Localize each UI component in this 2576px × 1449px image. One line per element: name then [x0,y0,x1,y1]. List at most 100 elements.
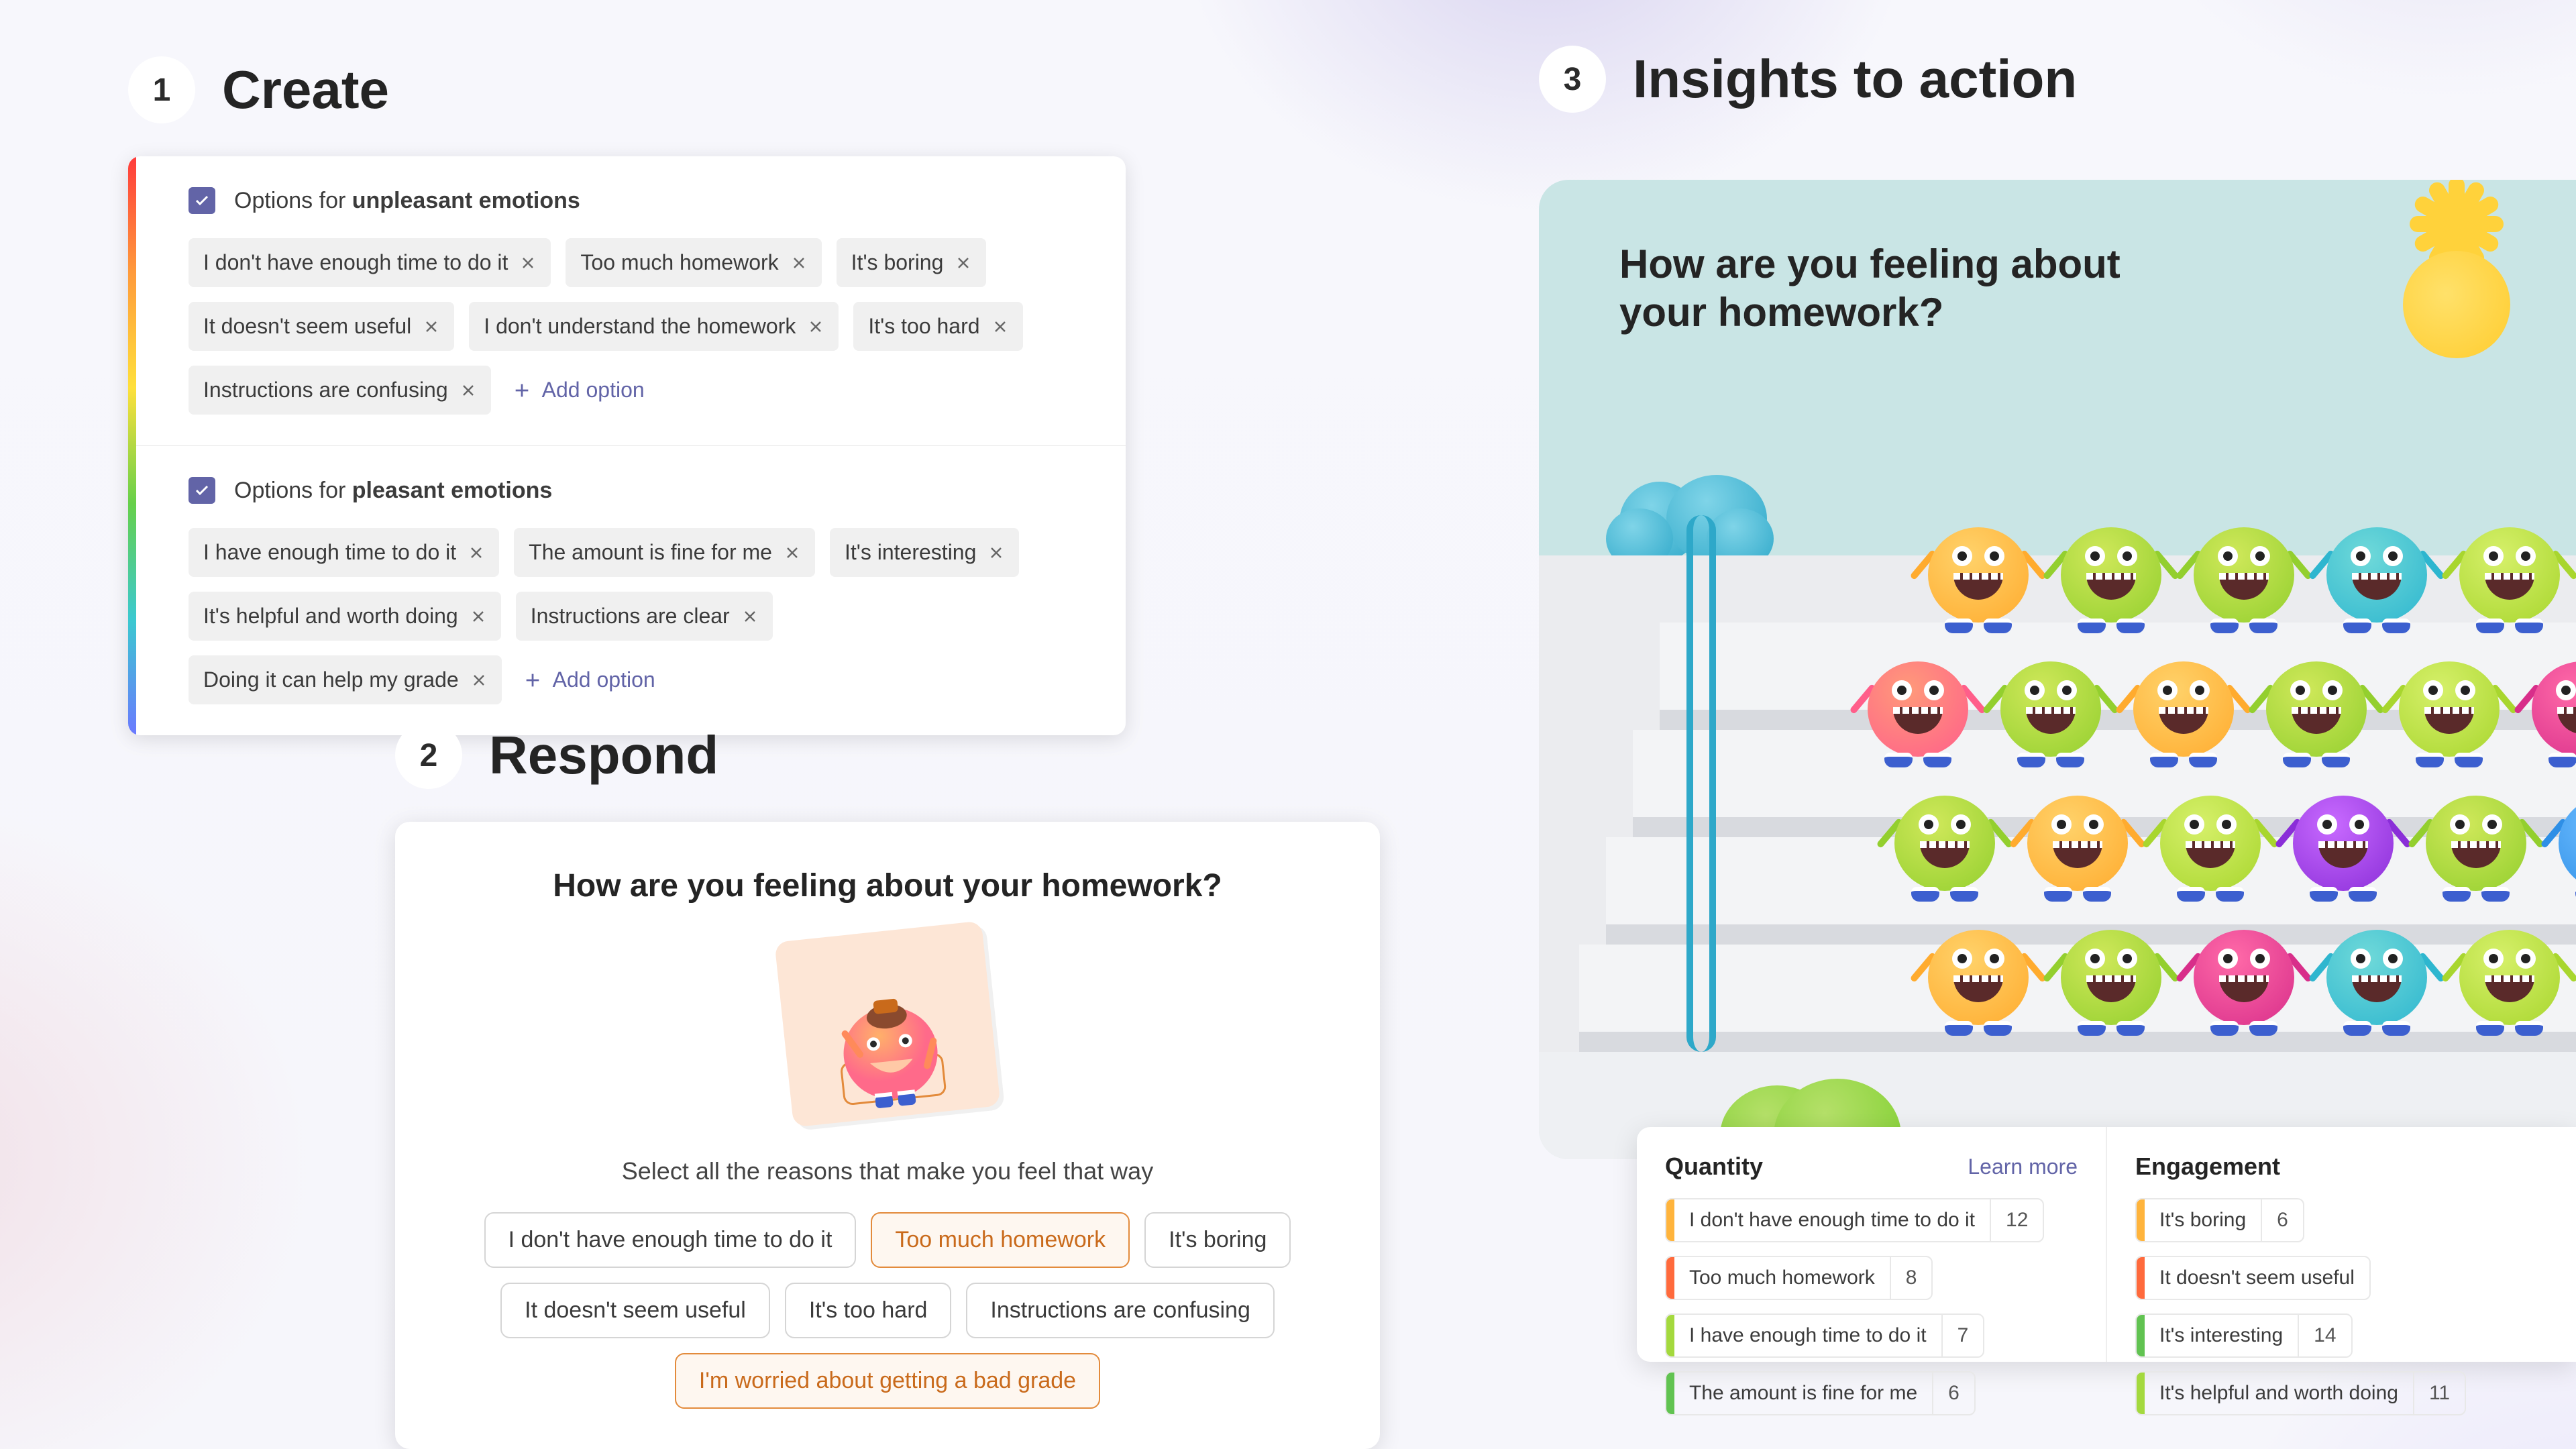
option-chip[interactable]: Instructions are clear [516,592,773,641]
monster-illustration [1921,918,2035,1032]
close-icon[interactable] [468,545,484,561]
insight-bar-label: I don't have enough time to do it [1674,1199,1990,1241]
insight-bar[interactable]: It's interesting14 [2135,1313,2353,1358]
insights-question-l1: How are you feeling about [1619,241,2121,286]
add-option-button[interactable]: Add option [517,655,662,704]
insights-question: How are you feeling about your homework? [1619,240,2121,337]
chip-label: It's boring [851,250,944,275]
engagement-column: Engagement It's boring6 It doesn't seem u… [2106,1127,2576,1362]
insights-results-panel: Quantity Learn more I don't have enough … [1637,1127,2576,1362]
insight-bar-label: It doesn't seem useful [2145,1257,2369,1299]
close-icon[interactable] [988,545,1004,561]
feeling-card[interactable]: Tired [774,921,1000,1128]
insights-scene: How are you feeling about your homework? [1539,180,2576,1159]
create-options-card: Options for unpleasant emotions I don't … [128,156,1126,735]
option-chip[interactable]: I have enough time to do it [189,528,499,577]
reason-pill[interactable]: It's boring [1144,1212,1291,1268]
engagement-bars: It's boring6 It doesn't seem useful It's i… [2135,1198,2548,1415]
close-icon[interactable] [520,255,536,271]
option-chip[interactable]: Instructions are confusing [189,366,491,415]
step-3-number: 3 [1539,46,1606,113]
quantity-column: Quantity Learn more I don't have enough … [1637,1127,2106,1362]
option-chip[interactable]: It doesn't seem useful [189,302,454,351]
insight-bar-stripe [2137,1257,2145,1299]
insight-bar[interactable]: The amount is fine for me6 [1665,1371,1976,1415]
close-icon[interactable] [742,608,758,625]
insight-bar-stripe [2137,1315,2145,1356]
reason-pill[interactable]: I don't have enough time to do it [484,1212,857,1268]
chip-label: It doesn't seem useful [203,314,411,339]
insight-bar[interactable]: It doesn't seem useful [2135,1256,2371,1300]
option-chip[interactable]: I don't understand the homework [469,302,839,351]
close-icon[interactable] [992,319,1008,335]
reason-pill[interactable]: Too much homework [871,1212,1130,1268]
monster-grid [1827,515,2576,1052]
option-chip[interactable]: Too much homework [566,238,821,287]
pleasant-label: Options for pleasant emotions [234,478,552,504]
option-chip[interactable]: Doing it can help my grade [189,655,502,704]
monster-illustration [2054,918,2168,1032]
monster-illustration [1861,649,1975,763]
chip-label: The amount is fine for me [529,540,772,565]
close-icon[interactable] [460,382,476,398]
monster-illustration [2419,784,2533,898]
monster-illustration [2021,784,2135,898]
insight-bar[interactable]: I have enough time to do it7 [1665,1313,1984,1358]
pleasant-checkbox[interactable] [189,477,215,504]
step-2-heading: 2 Respond [395,722,718,789]
unpleasant-checkbox[interactable] [189,187,215,214]
insight-bar-label: The amount is fine for me [1674,1373,1932,1414]
respond-card: How are you feeling about your homework?… [395,822,1380,1449]
insight-bar-stripe [1666,1373,1674,1414]
monster-illustration [2187,918,2301,1032]
pleasant-label-prefix: Options for [234,478,352,503]
step-2-number: 2 [395,722,462,789]
insight-bar[interactable]: It's helpful and worth doing11 [2135,1371,2466,1415]
option-chip[interactable]: I don't have enough time to do it [189,238,551,287]
chip-label: I don't understand the homework [484,314,796,339]
step-3-heading: 3 Insights to action [1539,46,2077,113]
insight-bar-stripe [2137,1373,2145,1414]
check-icon [194,482,210,498]
reason-pill[interactable]: It doesn't seem useful [500,1283,770,1338]
step-2-title: Respond [489,724,718,786]
chip-label: It's interesting [845,540,976,565]
close-icon[interactable] [955,255,971,271]
option-chip[interactable]: It's boring [837,238,987,287]
insight-bar-count: 11 [2413,1373,2465,1414]
option-chip[interactable]: It's helpful and worth doing [189,592,501,641]
pleasant-section: Options for pleasant emotions I have eno… [128,445,1126,735]
close-icon[interactable] [423,319,439,335]
monster-illustration [1921,515,2035,629]
learn-more-link[interactable]: Learn more [1968,1155,2078,1179]
option-chip[interactable]: The amount is fine for me [514,528,815,577]
check-icon [194,193,210,209]
insight-bar[interactable]: It's boring6 [2135,1198,2304,1242]
reason-pill[interactable]: It's too hard [785,1283,952,1338]
respond-question: How are you feeling about your homework? [553,867,1222,904]
reason-pill[interactable]: Instructions are confusing [966,1283,1274,1338]
add-option-button[interactable]: Add option [506,366,651,415]
monster-illustration [2286,784,2400,898]
option-chip[interactable]: It's too hard [853,302,1022,351]
reason-pill[interactable]: I'm worried about getting a bad grade [675,1353,1100,1409]
close-icon[interactable] [791,255,807,271]
close-icon[interactable] [808,319,824,335]
monster-illustration [1994,649,2108,763]
close-icon[interactable] [470,608,486,625]
close-icon[interactable] [784,545,800,561]
step-1-number: 1 [128,56,195,123]
insight-bar[interactable]: Too much homework8 [1665,1256,1933,1300]
insight-bar-stripe [1666,1199,1674,1241]
unpleasant-chip-row: I don't have enough time to do it Too muc… [189,238,1087,415]
monster-illustration [2453,918,2567,1032]
step-1-title: Create [222,59,389,121]
insight-bar-count: 8 [1890,1257,1932,1299]
insight-bar-count: 12 [1990,1199,2043,1241]
close-icon[interactable] [471,672,487,688]
unpleasant-section: Options for unpleasant emotions I don't … [128,156,1126,445]
engagement-title: Engagement [2135,1152,2280,1181]
insight-bar[interactable]: I don't have enough time to do it12 [1665,1198,2044,1242]
option-chip[interactable]: It's interesting [830,528,1019,577]
insight-bar-count: 14 [2298,1315,2351,1356]
